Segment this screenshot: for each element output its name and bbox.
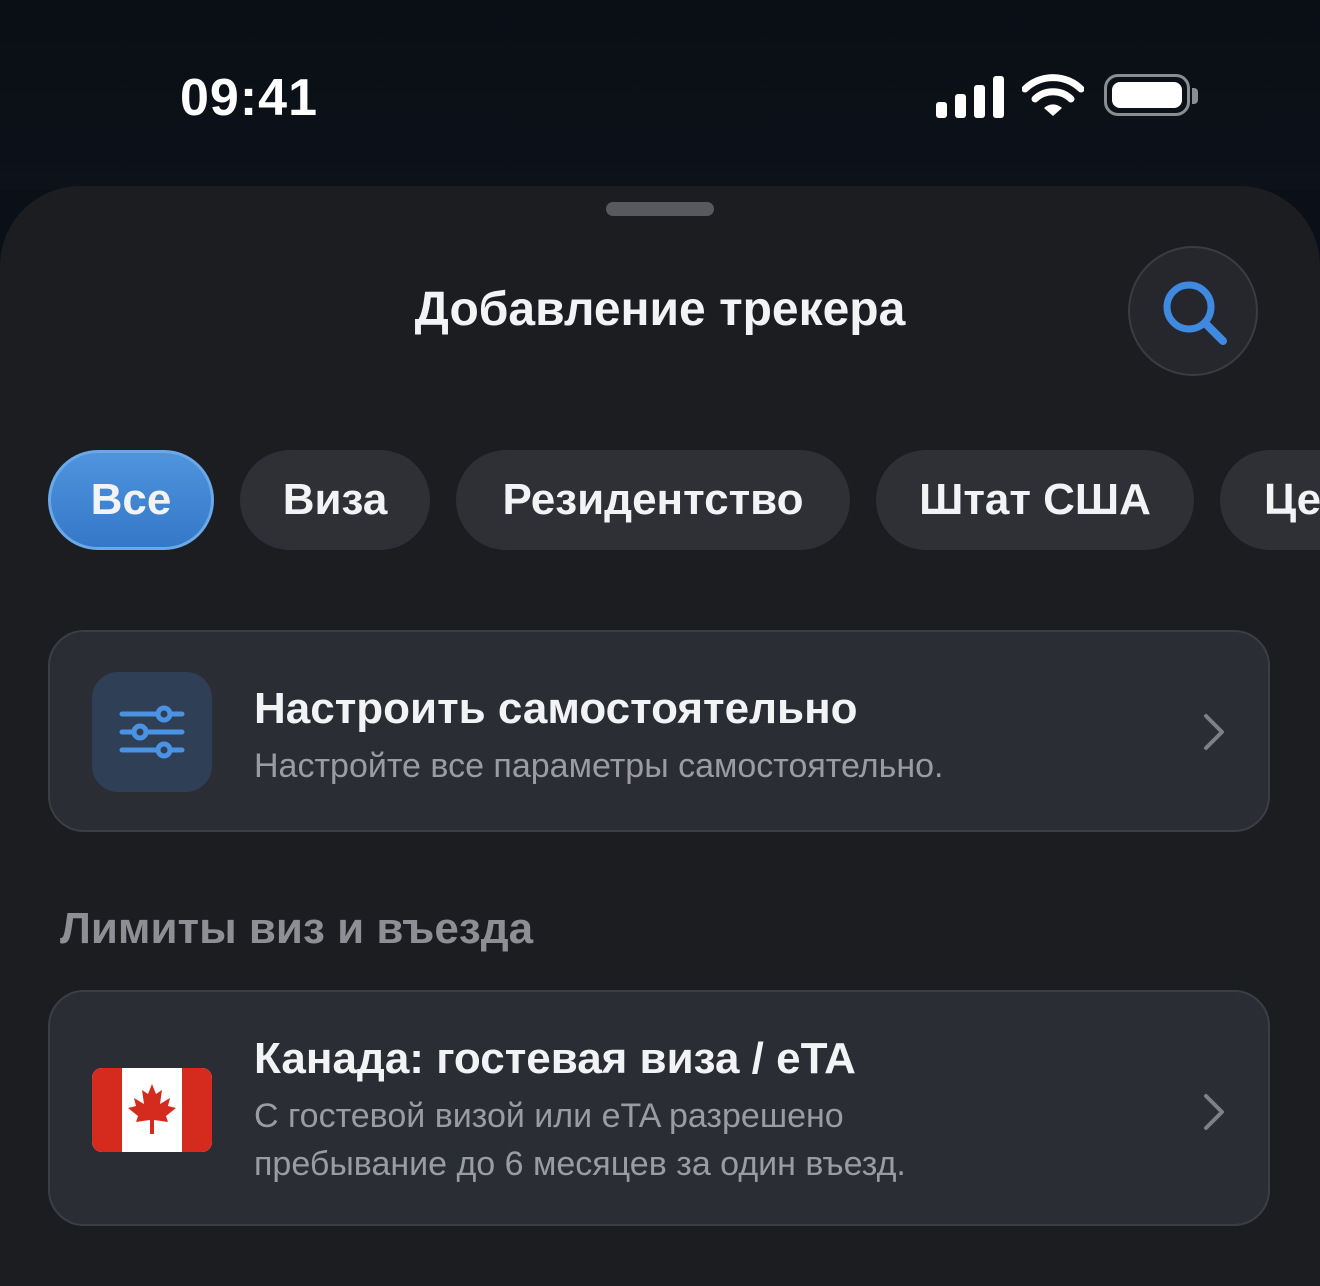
chip-visa[interactable]: Виза xyxy=(240,450,430,550)
custom-setup-card[interactable]: Настроить самостоятельно Настройте все п… xyxy=(48,630,1270,832)
custom-setup-title: Настроить самостоятельно xyxy=(254,684,858,733)
canada-visa-card[interactable]: Канада: гостевая виза / eTA С гостевой в… xyxy=(48,990,1270,1226)
chevron-right-icon xyxy=(1204,714,1224,750)
canada-visa-title: Канада: гостевая виза / eTA xyxy=(254,1034,856,1083)
chip-us-state[interactable]: Штат США xyxy=(876,450,1194,550)
status-bar: 09:41 xyxy=(0,0,1320,190)
cellular-signal-icon xyxy=(936,74,1006,118)
search-button[interactable] xyxy=(1128,246,1258,376)
canada-visa-subtitle-line1: С гостевой визой или eTA разрешено xyxy=(254,1097,844,1135)
chip-residency[interactable]: Резидентство xyxy=(456,450,850,550)
section-title-visa-limits: Лимиты виз и въезда xyxy=(60,904,534,953)
chip-more[interactable]: Це xyxy=(1220,450,1320,550)
sliders-icon xyxy=(92,672,212,792)
canada-visa-subtitle-line2: пребывание до 6 месяцев за один въезд. xyxy=(254,1145,906,1183)
chip-all[interactable]: Все xyxy=(48,450,214,550)
sheet-grabber[interactable] xyxy=(606,202,714,216)
add-tracker-sheet: Добавление трекера Все Виза Резидентство… xyxy=(0,186,1320,1286)
battery-icon xyxy=(1104,74,1190,116)
custom-setup-subtitle: Настройте все параметры самостоятельно. xyxy=(254,747,944,785)
sheet-title: Добавление трекера xyxy=(414,283,906,336)
wifi-icon xyxy=(1021,74,1085,123)
filter-chips: Все Виза Резидентство Штат США Це xyxy=(0,450,1320,552)
chevron-right-icon xyxy=(1204,1094,1224,1130)
status-time: 09:41 xyxy=(180,69,318,127)
canada-flag-icon xyxy=(92,1068,212,1152)
search-icon xyxy=(1163,281,1227,345)
battery-cap xyxy=(1192,88,1198,104)
